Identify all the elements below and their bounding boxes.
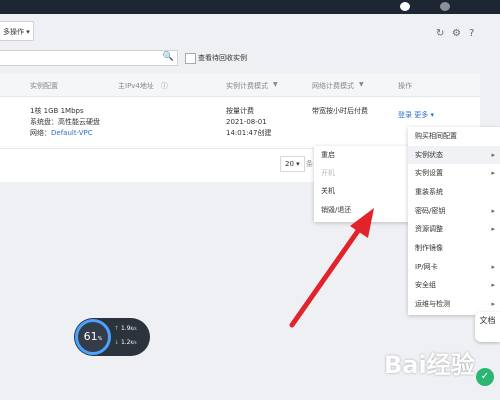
download-unit: K/s [130,340,137,345]
upload-speed: ↑ 1.9K/s [114,325,137,332]
arrow-shaft [289,225,363,328]
upload-unit: K/s [130,326,137,331]
gauge-percent: 61 [83,330,98,343]
download-value: 1.2 [120,339,131,346]
watermark-logo: Bai经验 [384,351,475,379]
upload-value: 1.9 [120,325,131,332]
gauge-unit: % [97,336,103,342]
document-tab[interactable]: 文档 [475,312,500,342]
cpu-gauge: 61% [75,319,111,355]
shield-icon[interactable]: ✓ [476,368,494,386]
download-speed: ↓ 1.2K/s [114,339,137,346]
network-speed-widget[interactable]: 61% ↑ 1.9K/s ↓ 1.2K/s [74,318,150,356]
